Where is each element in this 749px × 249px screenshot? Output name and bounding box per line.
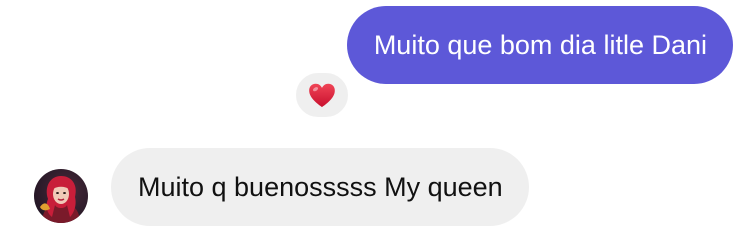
message-reaction[interactable] bbox=[293, 70, 351, 120]
outgoing-message-bubble[interactable]: Muito que bom dia litle Dani bbox=[346, 6, 733, 84]
message-thread: Muito que bom dia litle Dani Muito q bue… bbox=[0, 0, 749, 249]
incoming-message-bubble[interactable]: Muito q buenosssss My queen bbox=[111, 148, 529, 226]
outgoing-message-text: Muito que bom dia litle Dani bbox=[373, 30, 707, 60]
avatar-photo bbox=[34, 169, 88, 223]
incoming-message-text: Muito q buenosssss My queen bbox=[138, 172, 503, 202]
red-heart-icon bbox=[309, 83, 335, 107]
avatar[interactable] bbox=[34, 169, 88, 223]
